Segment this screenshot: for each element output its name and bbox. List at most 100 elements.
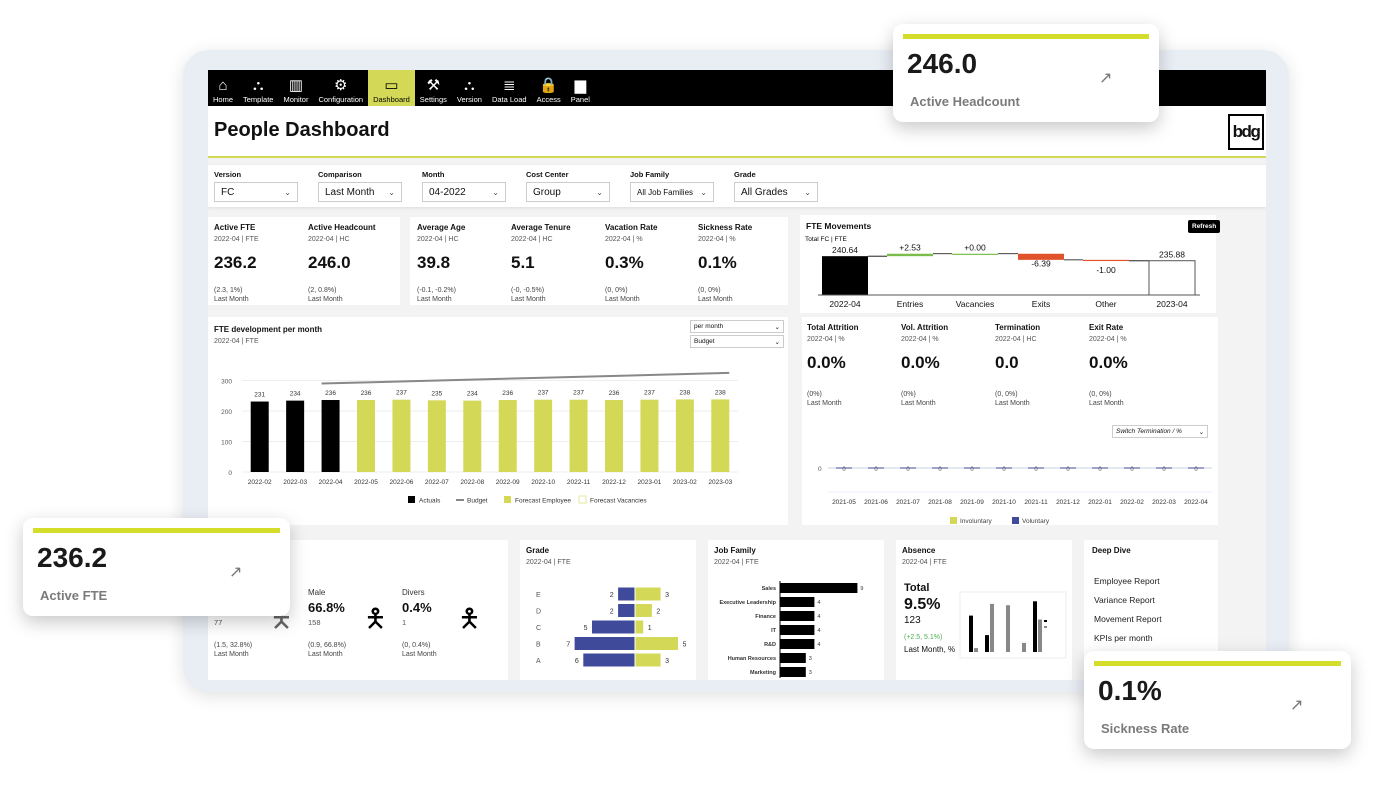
nav-access[interactable]: 🔒 Access [532, 70, 566, 106]
x-tick-label: 2021-12 [1056, 499, 1080, 506]
x-tick-label: 2023-03 [708, 479, 732, 486]
grade-bar-right [634, 603, 653, 618]
waterfall-bar [887, 253, 933, 257]
nav-dashboard[interactable]: ▭ Dashboard [368, 70, 415, 106]
forecast-bar [427, 400, 446, 472]
nav-home[interactable]: ⌂ Home [208, 70, 238, 106]
deep-dive-link[interactable]: KPIs per month [1094, 633, 1162, 643]
absence-bar-dark [1033, 601, 1037, 652]
nav-version[interactable]: ⛬ Version [452, 70, 487, 106]
filter-select[interactable]: Group ⌄ [526, 182, 610, 202]
deep-dive-link[interactable]: Variance Report [1094, 595, 1162, 605]
filter-value: All Job Families [637, 187, 694, 197]
grade-value-left: 2 [610, 592, 614, 599]
filter-select[interactable]: Last Month ⌄ [318, 182, 402, 202]
actuals-bar [250, 401, 269, 472]
nav-data-load[interactable]: ≣ Data Load [487, 70, 532, 106]
nav-configuration[interactable]: ⚙ Configuration [313, 70, 368, 106]
nav-label: Access [536, 95, 561, 104]
job-family-bar [780, 653, 806, 663]
gender-label: Male [308, 588, 326, 597]
job-family-value: 3 [809, 670, 812, 676]
kpi-title: Average Tenure [511, 223, 571, 232]
waterfall-bar [1148, 260, 1196, 296]
grade-label: C [536, 625, 541, 632]
filter-select[interactable]: All Job Families ⌄ [630, 182, 714, 202]
kpi-value: 236.2 [214, 253, 257, 272]
absence-bar-dark [985, 635, 989, 652]
job-family-label: Marketing [750, 670, 776, 676]
floating-sickness-value: 0.1% [1098, 675, 1162, 706]
filter-label: Month [422, 170, 445, 179]
grade-bar-right [634, 619, 645, 635]
waterfall-bar [1083, 259, 1129, 262]
job-family-value: 9 [860, 586, 863, 592]
filter-select[interactable]: All Grades ⌄ [734, 182, 818, 202]
fte-development-chart: 0 100 200 300 231 2022-02 234 2022-03 236 2022-04… [221, 371, 738, 505]
waterfall-category-label: Entries [897, 299, 923, 309]
deep-dive-link[interactable]: Movement Report [1094, 614, 1162, 624]
bar-value-label: 234 [290, 391, 301, 398]
nav-template[interactable]: ⛬ Template [238, 70, 278, 106]
absence-bar-grey [974, 648, 978, 652]
x-tick-label: 2021-08 [928, 499, 952, 506]
legend-swatch [950, 517, 957, 524]
kpi-sub: 2022-04 | HC [417, 236, 459, 243]
deep-dive-link[interactable]: Employee Report [1094, 576, 1162, 586]
y-tick-label: 0 [818, 466, 822, 473]
job-family-bar [780, 583, 858, 593]
legend-swatch [1044, 620, 1047, 622]
kpi-comparison: Last Month [214, 296, 249, 303]
monitor-icon: ▥ [288, 77, 304, 94]
grade-bar-left [573, 636, 636, 651]
trend-up-icon: ↗ [229, 564, 243, 581]
legend-label: Involuntary [960, 518, 993, 525]
filter-version: Version FC ⌄ [214, 170, 298, 202]
nav-settings[interactable]: ⚒ Settings [415, 70, 452, 106]
chat-icon: ▆ [574, 77, 587, 94]
job-family-bar [780, 611, 815, 621]
x-tick-label: 2022-04 [319, 479, 343, 486]
nav-monitor[interactable]: ▥ Monitor [278, 70, 313, 106]
waterfall-value-label: -6.39 [1031, 259, 1051, 269]
x-tick-label: 2022-11 [567, 479, 591, 486]
nav-label: Template [243, 95, 274, 104]
y-tick-label: 0 [228, 470, 232, 477]
kpi-comparison: Last Month [698, 296, 733, 303]
gender-label: Divers [402, 588, 425, 597]
x-tick-label: 2021-06 [864, 499, 888, 506]
forecast-bar [498, 400, 517, 472]
grade-value-left: 2 [610, 609, 614, 616]
kpi-value: 0.1% [698, 253, 737, 272]
accent-bar [903, 34, 1149, 39]
waterfall-category-label: 2022-04 [829, 299, 860, 309]
x-tick-label: 2022-09 [496, 479, 520, 486]
x-tick-label: 2022-04 [1184, 499, 1208, 506]
filter-job-family: Job Family All Job Families ⌄ [630, 170, 714, 202]
y-tick-label: 200 [221, 409, 232, 416]
attrition-chart: 0 02021-0502021-0602021-0702021-0802021-0… [818, 466, 1212, 525]
filter-select[interactable]: FC ⌄ [214, 182, 298, 202]
x-tick-label: 2022-08 [460, 479, 484, 486]
kpi-sub: 2022-04 | FTE [214, 236, 259, 243]
legend-swatch [1044, 626, 1047, 628]
job-family-label: Executive Leadership [719, 600, 776, 606]
absence-chart [959, 591, 1067, 659]
grade-bar-right [634, 586, 662, 602]
chevron-down-icon: ⌄ [388, 187, 395, 197]
bar-value-label: 236 [325, 390, 336, 397]
nav-panel[interactable]: ▆ Panel [566, 70, 595, 106]
nav-label: Settings [419, 95, 447, 104]
database-icon: ≣ [502, 77, 516, 94]
filter-select[interactable]: 04-2022 ⌄ [422, 182, 506, 202]
template-icon: ⛬ [252, 77, 264, 94]
job-family-value: 3 [809, 656, 812, 662]
chevron-down-icon: ⌄ [700, 187, 707, 197]
x-tick-label: 2022-12 [602, 479, 626, 486]
filter-value: 04-2022 [429, 186, 466, 198]
waterfall-chart: 240.64 2022-04 +2.53 Entries +0.00 Vacancies -… [818, 243, 1200, 309]
nav-label: Home [213, 95, 234, 104]
forecast-bar [675, 399, 694, 472]
forecast-bar [640, 399, 659, 472]
filter-bar: Version FC ⌄ Comparison Last Month ⌄ Month… [208, 165, 1266, 207]
